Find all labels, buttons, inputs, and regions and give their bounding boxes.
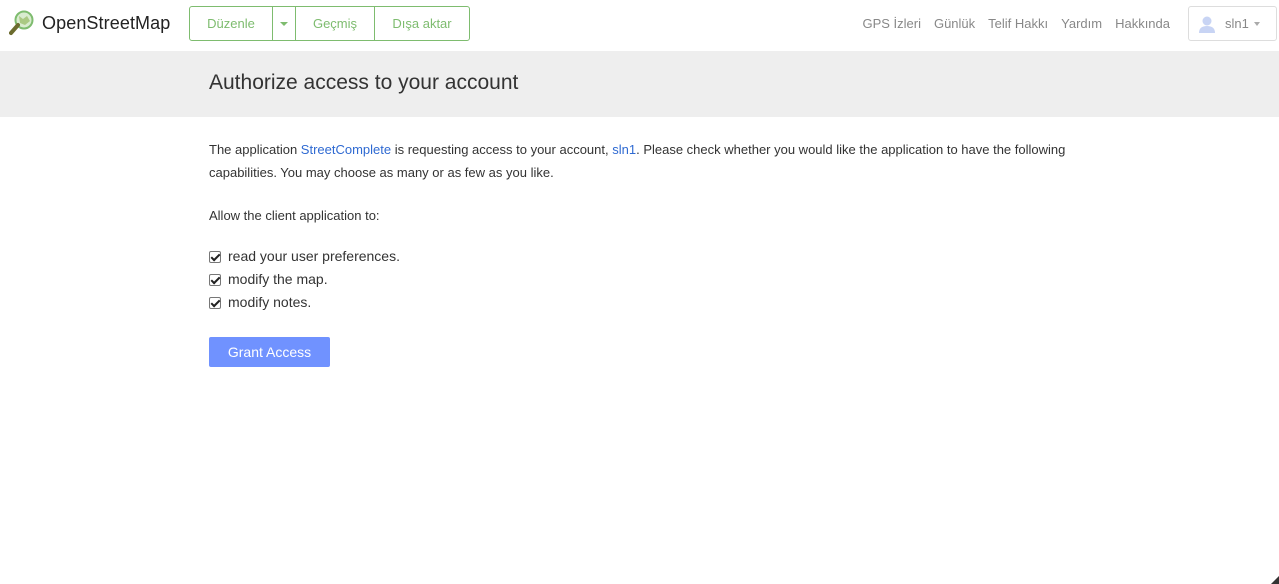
capability-checkbox-modify-map[interactable]	[209, 273, 221, 286]
edit-dropdown-button[interactable]	[273, 7, 296, 40]
capability-item: read your user preferences.	[209, 245, 1069, 268]
account-name-link[interactable]: sln1	[612, 142, 636, 157]
grant-access-button[interactable]: Grant Access	[209, 337, 330, 367]
intro-middle: is requesting access to your account,	[391, 142, 613, 157]
nav-link-help[interactable]: Yardım	[1061, 16, 1102, 31]
nav-link-copyright[interactable]: Telif Hakkı	[988, 16, 1048, 31]
page-title: Authorize access to your account	[209, 71, 519, 94]
capability-checkbox-read-prefs[interactable]	[209, 250, 221, 263]
allow-text: Allow the client application to:	[209, 208, 380, 223]
page-title-bar: Authorize access to your account	[0, 51, 1279, 117]
secondary-nav: GPS İzleri Günlük Telif Hakkı Yardım Hak…	[862, 16, 1170, 31]
user-avatar-icon	[1197, 13, 1217, 34]
capability-label: modify notes.	[228, 294, 312, 310]
app-name-link[interactable]: StreetComplete	[301, 142, 391, 157]
capability-label: modify the map.	[228, 271, 328, 287]
chevron-down-icon	[280, 21, 288, 26]
capability-item: modify the map.	[209, 268, 1069, 291]
user-name: sln1	[1225, 16, 1249, 31]
intro-paragraph: The application StreetComplete is reques…	[209, 138, 1069, 184]
authorize-content: The application StreetComplete is reques…	[209, 138, 1069, 314]
user-menu-button[interactable]: sln1	[1188, 6, 1277, 41]
site-logo-text: OpenStreetMap	[42, 12, 171, 33]
resize-corner	[1271, 576, 1279, 584]
export-button[interactable]: Dışa aktar	[375, 7, 469, 40]
nav-link-about[interactable]: Hakkında	[1115, 16, 1170, 31]
top-navbar: OpenStreetMap Düzenle Geçmiş Dışa aktar …	[0, 0, 1279, 51]
chevron-down-icon	[1253, 21, 1260, 26]
capability-label: read your user preferences.	[228, 248, 400, 264]
site-logo[interactable]: OpenStreetMap	[9, 10, 170, 36]
capability-list: read your user preferences. modify the m…	[209, 245, 1069, 314]
history-button[interactable]: Geçmiş	[296, 7, 375, 40]
edit-button[interactable]: Düzenle	[190, 7, 273, 40]
capability-item: modify notes.	[209, 291, 1069, 314]
nav-link-diary[interactable]: Günlük	[934, 16, 975, 31]
capability-checkbox-modify-notes[interactable]	[209, 296, 221, 309]
osm-logo-icon	[9, 10, 34, 35]
nav-link-gps-traces[interactable]: GPS İzleri	[862, 16, 921, 31]
intro-prefix: The application	[209, 142, 301, 157]
edit-button-group: Düzenle Geçmiş Dışa aktar	[189, 6, 470, 41]
